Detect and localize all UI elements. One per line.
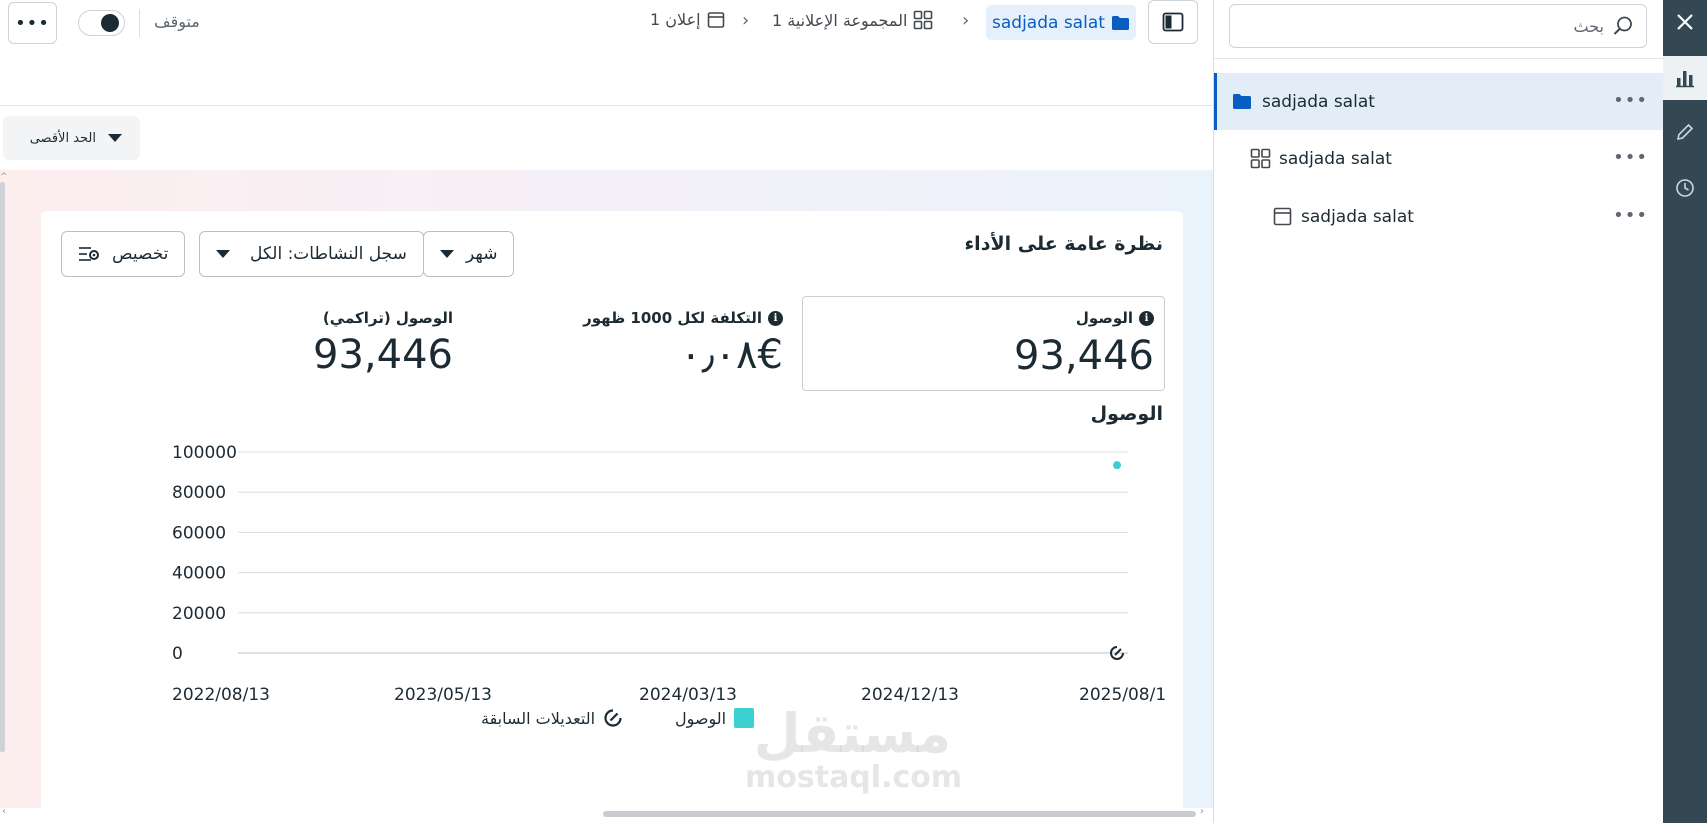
scroll-right-icon[interactable]: › [1200, 806, 1204, 817]
legend-reach[interactable]: الوصول [675, 708, 755, 728]
watermark-english: mostaql.com [745, 760, 963, 795]
performance-card: نظرة عامة على الأداء شهر سجل النشاطات: ا… [41, 211, 1183, 823]
info-icon[interactable]: i [768, 310, 783, 326]
tree-item-ad[interactable]: sadjada salat ••• [1214, 188, 1663, 245]
chevron-right-icon: › [962, 10, 970, 31]
caret-down-icon [108, 134, 122, 142]
adset-grid-icon [914, 10, 933, 30]
ads-manager-window: ••• متوقف 1 إعلان › 1 المجموعة الإعلانية [0, 0, 1707, 823]
performance-tab-button[interactable] [1663, 56, 1707, 100]
tree-item-campaign-label: sadjada salat [1262, 91, 1375, 112]
metric-reach-cumulative-label-text: الوصول (تراكمي) [322, 309, 453, 327]
toggle-knob [101, 14, 119, 32]
header-divider [0, 105, 1214, 106]
card-title: نظرة عامة على الأداء [964, 233, 1163, 255]
chart-title: الوصول [1090, 403, 1163, 425]
edit-tab-button[interactable] [1663, 110, 1707, 154]
close-icon [1677, 14, 1693, 30]
y-tick-label: 20000 [172, 604, 226, 624]
folder-icon [1233, 94, 1251, 109]
ad-window-icon [707, 11, 724, 28]
toggle-sidebar-button[interactable] [1148, 0, 1198, 44]
metric-reach-value: 93,446 [1014, 333, 1154, 379]
customize-settings-icon [79, 247, 99, 261]
metric-reach-cumulative-value: 93,446 [313, 332, 453, 378]
breadcrumb-ads-label: 1 إعلان [650, 10, 701, 29]
metric-reach-label: الوصول i [1076, 309, 1154, 327]
customize-button[interactable]: تخصيص [61, 231, 186, 277]
chevron-right-icon: › [742, 10, 750, 31]
tree-item-adset[interactable]: sadjada salat ••• [1214, 130, 1663, 187]
bar-chart-icon [1676, 71, 1694, 88]
tree-divider [1214, 58, 1663, 59]
legend-prev-edits[interactable]: التعديلات السابقة [481, 708, 623, 728]
tree-item-campaign[interactable]: sadjada salat ••• [1214, 73, 1663, 130]
activity-log-dropdown[interactable]: سجل النشاطات: الكل [199, 231, 424, 277]
breadcrumb-ads[interactable]: 1 إعلان [650, 10, 725, 29]
legend-reach-label: الوصول [675, 708, 727, 728]
period-dropdown[interactable]: شهر [423, 231, 515, 277]
breadcrumb-adsets[interactable]: 1 المجموعة الإعلانية [772, 10, 933, 30]
caret-down-icon [440, 250, 454, 258]
metric-reach-cumulative-label: الوصول (تراكمي) [323, 309, 453, 327]
metric-reach[interactable]: الوصول i 93,446 [802, 296, 1165, 391]
sidebar-panel-icon [1162, 12, 1184, 32]
y-tick-label: 100000 [172, 443, 237, 463]
edit-history-icon [604, 709, 622, 727]
more-options-button[interactable]: ••• [8, 2, 57, 44]
close-button[interactable] [1663, 0, 1707, 44]
customize-label: تخصيص [112, 244, 169, 264]
period-label: شهر [466, 244, 498, 264]
ad-window-icon [1273, 207, 1292, 226]
y-tick-label: 40000 [172, 564, 226, 584]
scroll-up-icon[interactable]: ^ [0, 172, 8, 182]
horizontal-scroll-thumb[interactable] [603, 811, 1196, 817]
metric-cpm-value: ٠٫٠٨€ [680, 332, 783, 378]
caret-down-icon [216, 250, 230, 258]
x-tick-label: 2023/05/13 [394, 685, 492, 705]
watermark-arabic: مستقل [753, 702, 952, 765]
main-panel: ••• متوقف 1 إعلان › 1 المجموعة الإعلانية [0, 0, 1214, 823]
status-toggle[interactable] [78, 10, 125, 36]
breadcrumb-campaign[interactable]: sadjada salat [986, 5, 1136, 40]
y-tick-label: 0 [172, 644, 183, 664]
info-icon[interactable]: i [1139, 310, 1154, 326]
metric-reach-label-text: الوصول [1075, 309, 1133, 327]
history-tab-button[interactable] [1663, 166, 1707, 210]
metric-cpm-label-text: التكلفة لكل 1000 ظهور [583, 309, 762, 327]
legend-prev-edits-label: التعديلات السابقة [481, 708, 596, 728]
activity-log-label: سجل النشاطات: الكل [250, 244, 407, 264]
x-tick-label: 2025/08/1 [1079, 685, 1166, 705]
tree-item-more-button[interactable]: ••• [1613, 90, 1648, 111]
top-bar: ••• متوقف 1 إعلان › 1 المجموعة الإعلانية [0, 0, 1214, 46]
tree-item-more-button[interactable]: ••• [1613, 147, 1648, 168]
scroll-left-icon[interactable]: ‹ [2, 806, 6, 817]
divider [139, 9, 140, 37]
tree-item-adset-label: sadjada salat [1279, 148, 1392, 169]
max-dropdown-label: الحد الأقصى [29, 130, 96, 146]
y-tick-label: 80000 [172, 483, 226, 503]
reach-chart: 0 20000 40000 60000 80000 100000 2022/08/13 202… [172, 443, 1166, 705]
adset-grid-icon [1250, 148, 1271, 169]
tree-item-ad-label: sadjada salat [1301, 206, 1414, 227]
clock-icon [1676, 179, 1694, 197]
search-input[interactable] [1242, 16, 1604, 36]
max-dropdown[interactable]: الحد الأقصى [3, 116, 140, 160]
watermark-logo: مستقل mostaql.com [745, 702, 963, 795]
status-label: متوقف [154, 12, 200, 31]
metric-cpm-label: التكلفة لكل 1000 ظهور i [583, 309, 783, 327]
y-tick-label: 60000 [172, 523, 226, 543]
folder-icon [1111, 15, 1129, 30]
x-tick-label: 2022/08/13 [172, 685, 270, 705]
x-tick-label: 2024/03/13 [639, 685, 737, 705]
vertical-scrollbar[interactable] [0, 182, 5, 752]
data-point [1113, 461, 1121, 470]
breadcrumb-campaign-label: sadjada salat [992, 12, 1105, 33]
pencil-icon [1676, 123, 1694, 141]
tree-item-more-button[interactable]: ••• [1613, 205, 1648, 226]
search-box[interactable] [1229, 4, 1647, 48]
breadcrumb-adsets-label: 1 المجموعة الإعلانية [772, 10, 908, 30]
search-icon [1613, 16, 1632, 35]
